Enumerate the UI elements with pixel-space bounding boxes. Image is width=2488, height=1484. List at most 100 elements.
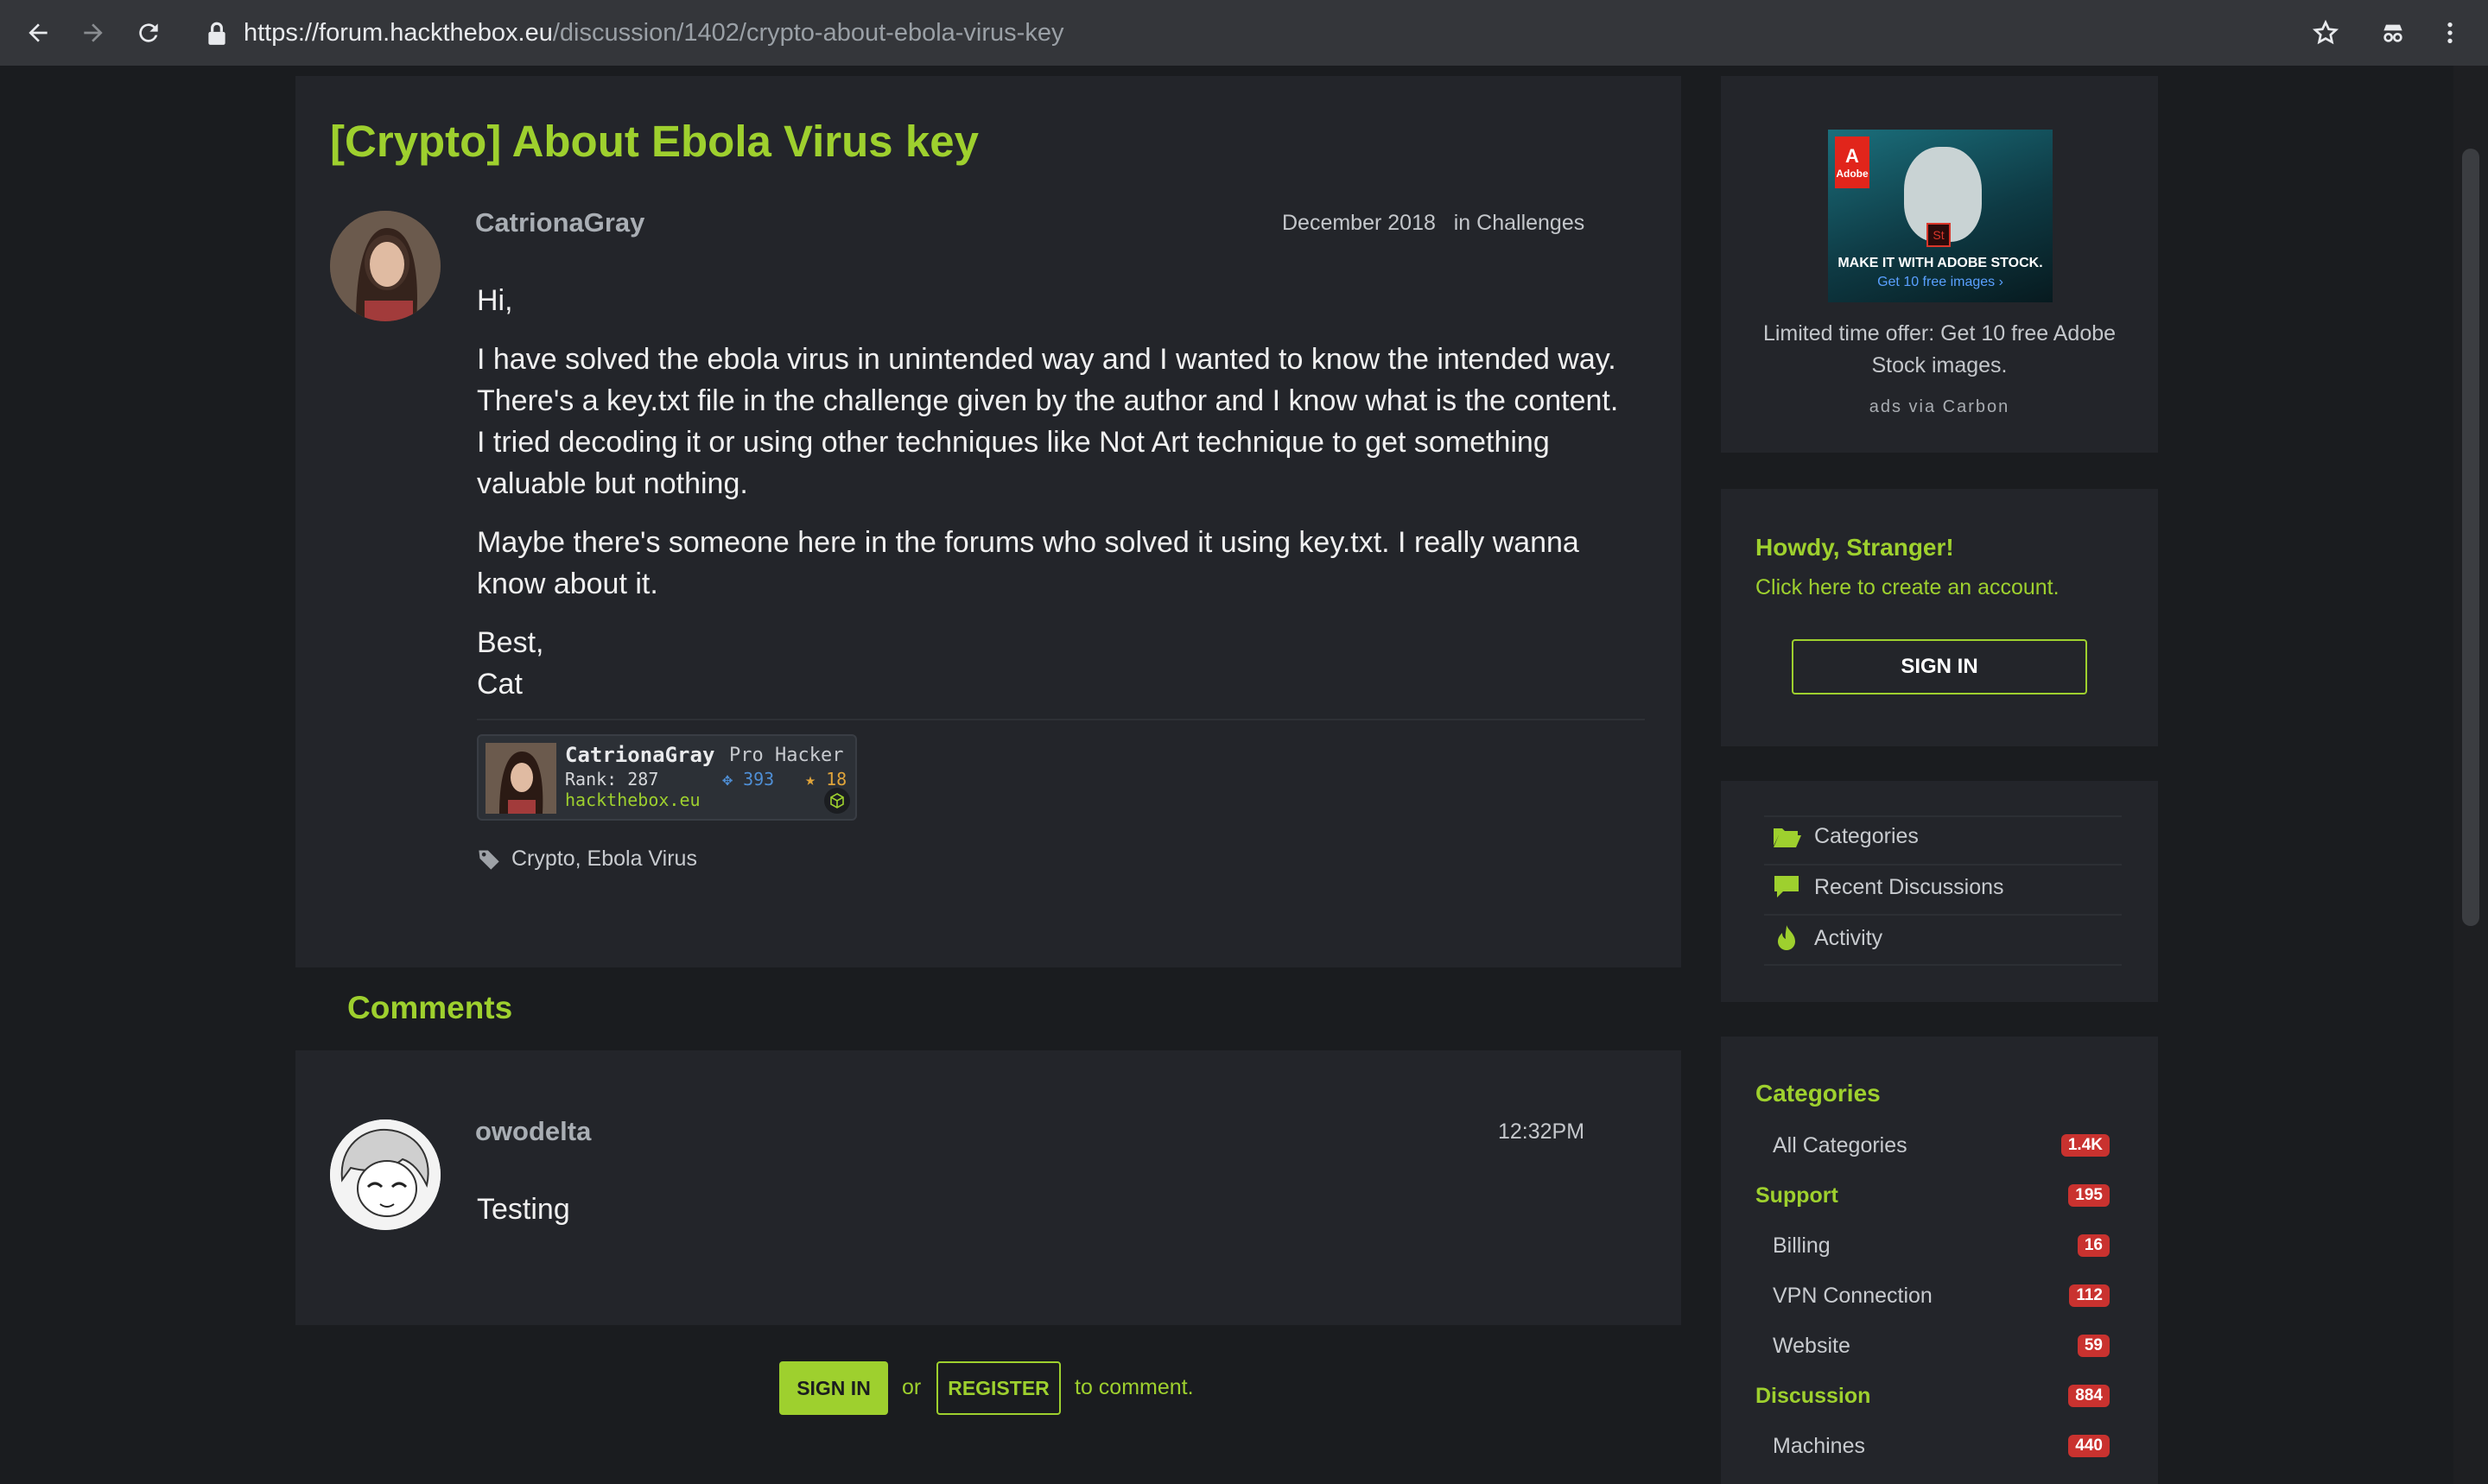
nav-divider xyxy=(1764,914,2122,916)
nav-label: Recent Discussions xyxy=(1814,874,2004,899)
adobe-logo-text: Adobe xyxy=(1836,168,1869,180)
category-link[interactable]: Challenges xyxy=(1476,211,1584,235)
signature-divider xyxy=(477,719,1645,720)
star-icon: ★ xyxy=(805,769,827,790)
flame-icon xyxy=(1771,924,1802,952)
comment-item xyxy=(295,1050,1681,1325)
category-vpn-connection[interactable]: VPN Connection 112 xyxy=(1755,1278,2110,1313)
ad-image[interactable]: A Adobe St MAKE IT WITH ADOBE STOCK. Get … xyxy=(1828,130,2053,302)
category-name: Machines xyxy=(1773,1433,1865,1458)
guest-module xyxy=(1721,489,2158,746)
post-paragraph: Best, xyxy=(477,626,544,659)
category-name: VPN Connection xyxy=(1773,1283,1933,1308)
post-meta: December 2018 in Challenges xyxy=(1282,211,1584,236)
category-count-badge: 1.4K xyxy=(2060,1134,2110,1157)
nav-label: Activity xyxy=(1814,925,1883,950)
nav-divider xyxy=(1764,964,2122,966)
category-name: Discussion xyxy=(1755,1383,1871,1408)
menu-kebab-icon[interactable] xyxy=(2431,14,2469,52)
post-paragraph: Maybe there's someone here in the forums… xyxy=(477,526,1579,600)
create-account-link[interactable]: Click here to create an account. xyxy=(1755,575,2060,600)
folder-open-icon xyxy=(1771,825,1802,849)
badge-username: CatrionaGray xyxy=(565,743,715,767)
tag-ebola-virus[interactable]: Ebola Virus xyxy=(587,847,697,872)
post-date: December 2018 xyxy=(1282,211,1436,235)
nav-divider xyxy=(1764,864,2122,866)
badge-domain: hackthebox.eu xyxy=(565,790,701,810)
post-body: Hi, I have solved the ebola virus in uni… xyxy=(477,280,1634,722)
post-paragraph: Hi, xyxy=(477,284,513,317)
adobe-stock-logo: St xyxy=(1926,223,1951,247)
nav-recent-discussions[interactable]: Recent Discussions xyxy=(1771,874,2004,900)
ad-caption-headline: MAKE IT WITH ADOBE STOCK. xyxy=(1837,256,2043,270)
tag-crypto[interactable]: Crypto xyxy=(511,847,575,872)
comment-time: 12:32PM xyxy=(1498,1119,1585,1144)
to-comment-text: to comment. xyxy=(1075,1375,1194,1399)
or-text: or xyxy=(902,1375,922,1399)
commenter-avatar[interactable] xyxy=(330,1119,441,1230)
scrollbar-thumb[interactable] xyxy=(2462,149,2479,926)
category-count-badge: 440 xyxy=(2068,1435,2110,1457)
respect-icon: ✥ xyxy=(722,769,744,790)
ad-via-carbon[interactable]: ads via Carbon xyxy=(1738,397,2141,417)
register-button[interactable]: REGISTER xyxy=(936,1361,1061,1415)
badge-rank-title: Pro Hacker xyxy=(729,745,844,766)
address-bar[interactable]: https://forum.hackthebox.eu/discussion/1… xyxy=(244,16,1063,50)
adobe-logo: A Adobe xyxy=(1835,136,1869,188)
bookmark-star-icon[interactable] xyxy=(2307,14,2345,52)
category-name: Billing xyxy=(1773,1233,1831,1258)
category-website[interactable]: Website 59 xyxy=(1755,1329,2110,1363)
category-count-badge: 16 xyxy=(2077,1234,2110,1257)
badge-points-value: 18 xyxy=(826,769,847,790)
category-count-badge: 195 xyxy=(2068,1184,2110,1207)
tag-icon xyxy=(477,847,501,872)
ad-text[interactable]: Limited time offer: Get 10 free Adobe St… xyxy=(1738,318,2141,382)
badge-avatar xyxy=(486,743,556,814)
tag-list: Crypto, Ebola Virus xyxy=(477,847,697,872)
back-icon[interactable] xyxy=(19,14,57,52)
author-avatar[interactable] xyxy=(330,211,441,321)
forward-icon[interactable] xyxy=(74,14,112,52)
url-host: https://forum.hackthebox.eu xyxy=(244,19,553,47)
nav-label: Categories xyxy=(1814,824,1919,848)
comment-sign-in-button[interactable]: SIGN IN xyxy=(779,1361,888,1415)
nav-activity[interactable]: Activity xyxy=(1771,924,1882,952)
incognito-icon[interactable] xyxy=(2374,14,2412,52)
nav-categories[interactable]: Categories xyxy=(1771,824,1919,849)
categories-heading: Categories xyxy=(1755,1080,1881,1107)
comment-body: Testing xyxy=(477,1193,570,1226)
category-all[interactable]: All Categories 1.4K xyxy=(1755,1128,2110,1163)
comment-icon xyxy=(1771,874,1802,900)
category-count-badge: 112 xyxy=(2069,1284,2110,1307)
sidebar-sign-in-button[interactable]: SIGN IN xyxy=(1792,639,2087,694)
category-support[interactable]: Support 195 xyxy=(1755,1178,2110,1213)
category-name: Support xyxy=(1755,1183,1838,1208)
lock-icon xyxy=(206,21,228,51)
thread-title: [Crypto] About Ebola Virus key xyxy=(330,117,979,166)
badge-points: ★ 18 xyxy=(805,769,847,790)
category-name: Website xyxy=(1773,1333,1850,1358)
reload-icon[interactable] xyxy=(130,14,168,52)
browser-toolbar: https://forum.hackthebox.eu/discussion/1… xyxy=(0,0,2488,66)
url-path: /discussion/1402/crypto-about-ebola-viru… xyxy=(552,19,1064,47)
tag-separator: , xyxy=(574,847,587,871)
badge-rank: Rank: 287 xyxy=(565,769,659,790)
hackthebox-signature-badge[interactable]: CatrionaGray Pro Hacker Rank: 287 ✥ 393 … xyxy=(477,734,857,821)
category-billing[interactable]: Billing 16 xyxy=(1755,1228,2110,1263)
author-name[interactable]: CatrionaGray xyxy=(475,207,644,238)
category-discussion[interactable]: Discussion 884 xyxy=(1755,1379,2110,1413)
category-count-badge: 59 xyxy=(2077,1335,2110,1357)
ad-caption-cta: Get 10 free images › xyxy=(1877,275,2003,289)
badge-respect-value: 393 xyxy=(743,769,775,790)
category-prefix: in xyxy=(1453,211,1471,235)
category-name: All Categories xyxy=(1773,1132,1907,1157)
post-paragraph: I have solved the ebola virus in uninten… xyxy=(477,343,1619,500)
guest-title: Howdy, Stranger! xyxy=(1755,534,1954,561)
comments-heading: Comments xyxy=(347,990,513,1025)
cube-icon xyxy=(824,788,850,814)
category-machines[interactable]: Machines 440 xyxy=(1755,1429,2110,1463)
commenter-name[interactable]: owodelta xyxy=(475,1116,591,1147)
post-paragraph: Cat xyxy=(477,668,523,701)
category-count-badge: 884 xyxy=(2068,1385,2110,1407)
badge-respect: ✥ 393 xyxy=(722,769,774,790)
